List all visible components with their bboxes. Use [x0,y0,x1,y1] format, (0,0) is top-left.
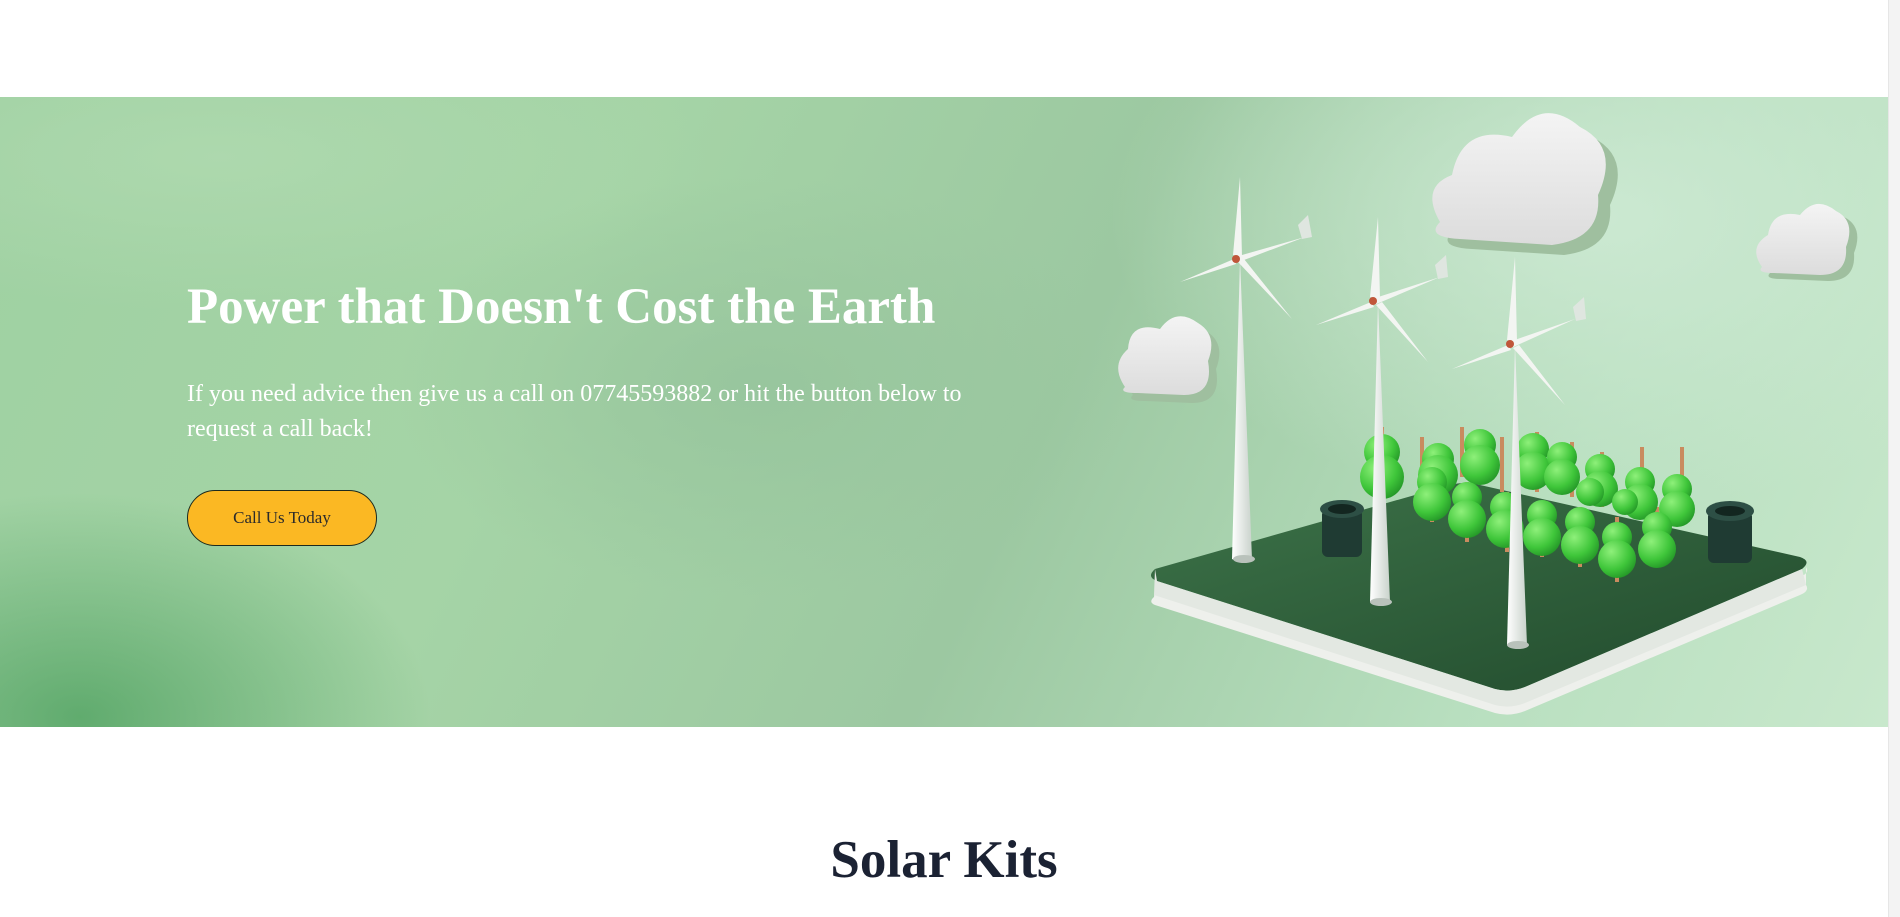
hero-description: If you need advice then give us a call o… [187,381,962,442]
top-header [0,0,1888,97]
vertical-scrollbar[interactable] [1888,0,1900,917]
cloud-right [1756,203,1858,281]
section-title-solar-kits: Solar Kits [830,831,1058,889]
cloud-large [1432,113,1618,255]
call-us-today-button[interactable]: Call Us Today [187,490,377,546]
vent-right [1706,501,1754,563]
hero-banner: Power that Doesn't Cost the Earth If you… [0,97,1888,727]
hero-title: Power that Doesn't Cost the Earth [187,279,936,335]
page: Power that Doesn't Cost the Earth If you… [0,0,1900,917]
vent-left [1320,500,1364,557]
cloud-left [1118,316,1220,403]
